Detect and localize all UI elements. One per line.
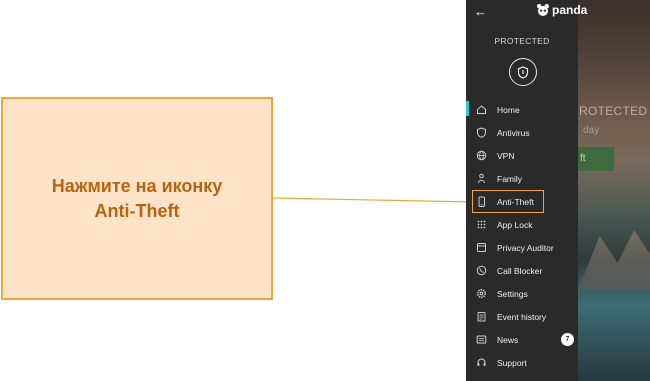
menu-item-privacy-auditor[interactable]: Privacy Auditor [466, 236, 578, 259]
back-arrow-icon[interactable]: ← [474, 4, 487, 19]
menu-item-label: Family [497, 173, 523, 184]
menu-item-settings[interactable]: Settings [466, 282, 578, 305]
phone-screen: ROTECTED day ft ← panda PROTECTED Home An… [466, 0, 650, 381]
menu-item-news[interactable]: News 7 [466, 328, 578, 351]
menu-item-family[interactable]: Family [466, 167, 578, 190]
gear-icon [476, 288, 487, 299]
protection-shield-icon[interactable] [509, 58, 537, 86]
menu-item-anti-theft[interactable]: Anti-Theft [472, 190, 544, 213]
menu-item-label: App Lock [497, 219, 533, 230]
news-icon [476, 334, 487, 345]
protection-status: PROTECTED [494, 36, 550, 46]
navigation-drawer: ← panda PROTECTED Home Antivirus VPN Family… [466, 0, 587, 381]
call-block-icon [476, 265, 487, 276]
family-icon [476, 173, 487, 184]
notification-badge: 7 [561, 333, 574, 346]
home-background [578, 0, 650, 381]
menu-item-label: Settings [497, 288, 528, 299]
grid-icon [476, 219, 487, 230]
background-subtext: day [583, 125, 600, 136]
menu-item-label: Home [497, 104, 520, 115]
background-button: ft [578, 147, 614, 171]
history-icon [476, 311, 487, 322]
menu-item-label: Privacy Auditor [497, 242, 554, 253]
menu-item-home[interactable]: Home [466, 98, 578, 121]
menu-item-call-blocker[interactable]: Call Blocker [466, 259, 578, 282]
menu-item-label: Event history [497, 311, 547, 322]
auditor-icon [476, 242, 487, 253]
menu-item-label: Support [497, 357, 527, 368]
menu-item-label: VPN [497, 150, 515, 161]
menu-item-support[interactable]: Support [466, 351, 578, 374]
callout-text: Нажмите на иконку Anti-Theft [51, 175, 223, 221]
instruction-callout: Нажмите на иконку Anti-Theft [1, 97, 273, 300]
support-icon [476, 357, 487, 368]
globe-icon [476, 150, 487, 161]
menu-item-app-lock[interactable]: App Lock [466, 213, 578, 236]
drawer-menu: Home Antivirus VPN Family Anti-Theft App Lock… [466, 98, 578, 374]
panda-logo-icon [537, 4, 549, 16]
phone-icon [476, 196, 487, 207]
menu-item-label: Call Blocker [497, 265, 543, 276]
background-status-text: ROTECTED [579, 104, 648, 118]
menu-item-label: News [497, 334, 519, 345]
menu-item-label: Anti-Theft [497, 196, 534, 207]
menu-item-antivirus[interactable]: Antivirus [466, 121, 578, 144]
logo-text: panda [552, 3, 588, 17]
menu-item-event-history[interactable]: Event history [466, 305, 578, 328]
active-indicator [466, 101, 469, 116]
panda-logo: panda [536, 3, 587, 17]
menu-item-vpn[interactable]: VPN [466, 144, 578, 167]
menu-item-label: Antivirus [497, 127, 530, 138]
home-icon [476, 104, 487, 115]
callout-connector-line [272, 197, 474, 203]
shield-icon [476, 127, 487, 138]
